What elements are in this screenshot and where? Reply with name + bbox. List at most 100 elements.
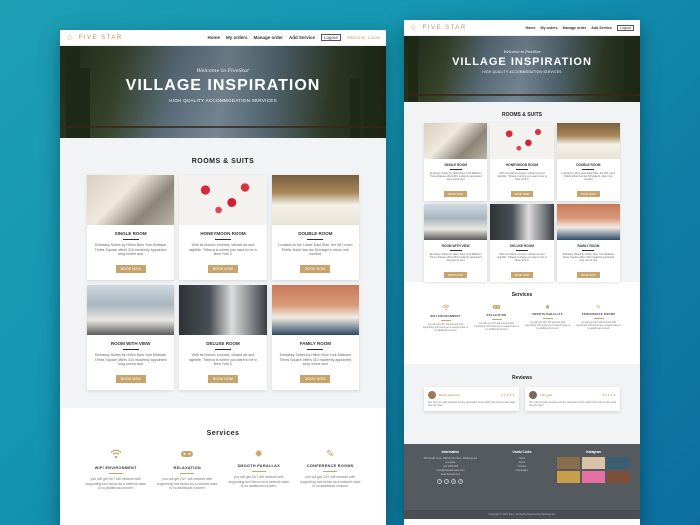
services-section: Services WIFI ENVIRONMENT you will get 2… [60,430,386,491]
nav-my-orders[interactable]: My orders [540,26,557,30]
room-card[interactable]: FAMILY ROOM Embassy Suites by Hilton New… [271,285,359,390]
reviews-title: Reviews [511,375,532,381]
facebook-icon[interactable]: f [437,479,443,484]
review-card: Lilly gail ★★★★★ The room is really amaz… [525,387,620,411]
pen-icon: ✎ [595,305,602,311]
room-card[interactable]: DOUBLE ROOM Located on the Lower East Si… [271,175,359,280]
room-card[interactable]: SINGLE ROOM Embassy Suites by Hilton New… [87,175,175,280]
footer-link-campaigns[interactable]: Campaigns [493,469,551,473]
wifi-icon [84,449,148,462]
instagram-photo[interactable] [557,471,581,483]
footer-website[interactable]: www.fivestar.com [414,473,487,477]
brand-logo[interactable]: ☆ FIVE STAR [66,32,123,42]
copyright: Copyright © 2017 five.s. All Rights Rese… [404,510,640,519]
room-desc: Embassy Suites by Hilton New York Midtow… [429,252,482,263]
service-item: RELAXATION you will get 24/7 wifi networ… [473,304,520,332]
pinterest-icon[interactable]: p [458,479,464,484]
service-name: RELAXATION [173,466,201,470]
service-item: WIFI ENVIRONMENT you will get 24/7 wifi … [84,449,148,491]
desktop-mockup: ☆ FIVE STAR Home My orders Manage order … [60,30,386,525]
pen-icon: ✎ [326,449,335,460]
nav-add-service[interactable]: Add Service [289,35,315,40]
room-name: DOUBLE ROOM [298,231,333,236]
services-title: Services [206,430,240,437]
reviewer-name: David Spencer [439,393,460,397]
service-desc: you will get 24/7 wifi network with supp… [575,320,622,330]
room-desc: Embassy Suites by Hilton New York Midtow… [94,353,167,367]
footer-info-title: Information [441,450,460,454]
service-item: RELAXATION you will get 24/7 wifi networ… [156,449,220,491]
room-desc: With its historic connect, vibrant art a… [188,353,258,367]
room-card[interactable]: HONEYMOON ROOM With its historic connect… [490,123,554,201]
book-now-button[interactable]: BOOK NOW [510,272,534,279]
book-now-button[interactable]: BOOK NOW [577,272,600,279]
room-image [179,285,267,335]
service-name: CONFERENCE ROOMS [581,313,616,316]
book-now-button[interactable]: BOOK NOW [115,375,146,384]
room-name: HONEYMOON ROOM [505,163,539,167]
service-desc: you will get 24/7 wifi network with supp… [85,477,146,491]
book-now-button[interactable]: BOOK NOW [444,272,467,279]
logout-button[interactable]: Logout [321,34,341,41]
service-desc: you will get 24/7 wifi network with supp… [299,475,361,489]
sun-icon: ✹ [544,305,551,311]
nav-manage-order[interactable]: Manage order [254,35,284,40]
hero-banner: Welcome to FiveStar VILLAGE INSPIRATION … [60,46,386,138]
sun-icon: ✹ [254,449,263,460]
room-desc: With its historic connect, vibrant art a… [497,171,547,182]
nav-home[interactable]: Home [207,35,220,40]
book-now-button[interactable]: BOOK NOW [444,191,467,198]
room-card[interactable]: SINGLE ROOM Embassy Suites by Hilton New… [424,123,488,201]
room-card[interactable]: ROOM WITH VIEW Embassy Suites by Hilton … [87,285,175,390]
gamepad-icon [156,449,220,462]
hero-title: VILLAGE INSPIRATION [125,77,321,94]
service-item: ✹ SMOOTH PARALLAX you will get 24/7 wifi… [524,304,571,332]
wifi-icon [422,304,469,313]
book-now-button[interactable]: BOOK NOW [207,265,239,274]
rooms-section: ROOMS & SUITS SINGLE ROOM Embassy Suites… [404,102,640,282]
service-item: ✎ CONFERENCE ROOMS you will get 24/7 wif… [299,449,363,491]
welcome-text: Welcome, Lucas [346,35,380,40]
room-card[interactable]: ROOM WITH VIEW Embassy Suites by Hilton … [424,204,488,282]
nav-manage-order[interactable]: Manage order [563,26,587,30]
book-now-button[interactable]: BOOK NOW [510,191,534,198]
services-title: Services [511,292,533,298]
instagram-photo[interactable] [582,471,606,483]
instagram-icon[interactable]: ◎ [451,479,457,484]
brand-name: FIVE STAR [422,24,467,31]
logout-button[interactable]: Logout [617,24,634,31]
room-image [556,123,620,159]
brand-logo[interactable]: ☆ FIVE STAR [410,22,467,32]
room-name: DELUXE ROOM [206,341,240,346]
room-card[interactable]: DELUXE ROOM With its historic connect, v… [490,204,554,282]
gamepad-icon [473,304,520,312]
room-card[interactable]: HONEYMOON ROOM With its historic connect… [179,175,267,280]
nav-my-orders[interactable]: My orders [226,35,248,40]
instagram-photo[interactable] [607,471,630,483]
nav-home[interactable]: Home [525,26,535,30]
service-desc: you will get 24/7 wifi network with supp… [473,321,520,331]
reviewer-name: Lilly gail [540,393,553,397]
room-image [424,204,488,240]
twitter-icon[interactable]: t [444,479,450,484]
hero-banner: Welcome to FiveStar VILLAGE INSPIRATION … [404,36,640,102]
star-icon: ☆ [66,32,75,42]
instagram-photo[interactable] [607,457,630,469]
book-now-button[interactable]: BOOK NOW [115,265,146,274]
instagram-photo[interactable] [557,457,581,469]
book-now-button[interactable]: BOOK NOW [300,375,331,384]
room-desc: Embassy Suites by Hilton New York Midtow… [429,171,482,182]
room-card[interactable]: DELUXE ROOM With its historic connect, v… [179,285,267,390]
star-icon: ☆ [410,22,419,32]
room-card[interactable]: FAMILY ROOM Embassy Suites by Hilton New… [556,204,620,282]
book-now-button[interactable]: BOOK NOW [207,375,239,384]
avatar [428,391,436,399]
nav-add-service[interactable]: Add Service [591,26,612,30]
room-name: FAMILY ROOM [577,244,600,248]
instagram-photo[interactable] [582,457,606,469]
book-now-button[interactable]: BOOK NOW [577,191,600,198]
room-card[interactable]: DOUBLE ROOM Located on the Lower East Si… [556,123,620,201]
room-name: ROOM WITH VIEW [441,244,470,248]
book-now-button[interactable]: BOOK NOW [300,265,331,274]
service-name: WIFI ENVIRONMENT [94,466,137,470]
